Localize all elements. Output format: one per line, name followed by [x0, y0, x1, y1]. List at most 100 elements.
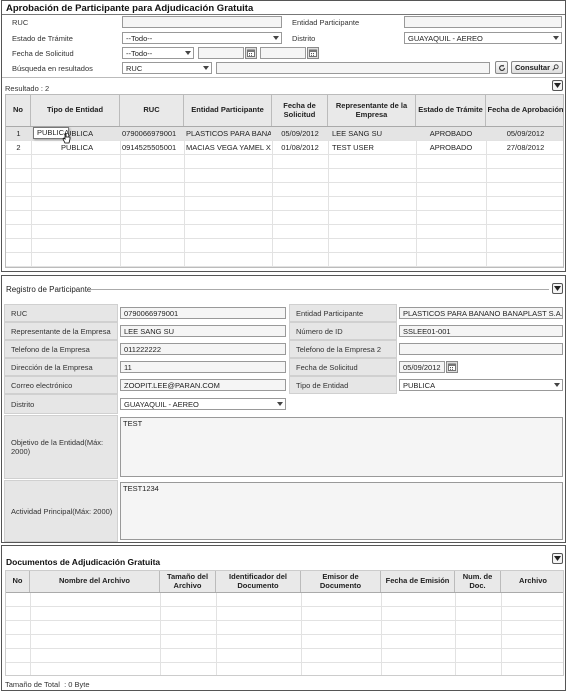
consultar-button[interactable]: Consultar	[511, 61, 563, 74]
distrito-label: Distrito	[292, 34, 316, 43]
hand-cursor-icon	[62, 133, 71, 144]
row-fecha-aprobacion: 05/09/2012	[506, 129, 545, 138]
objetivo-label-text: Objetivo de la Entidad(Máx: 2000)	[11, 438, 104, 456]
correo-field[interactable]: ZOOPIT.LEE@PARAN.COM	[120, 379, 286, 391]
chevron-down-icon	[203, 66, 209, 70]
tipo-select[interactable]: PUBLICA	[399, 379, 563, 391]
fecha-desde-input[interactable]	[198, 47, 244, 59]
entidad-field[interactable]: PLASTICOS PARA BANANO BANAPLAST S.A.	[399, 307, 563, 319]
entidad-label: Entidad Participante	[289, 304, 397, 322]
representante-field[interactable]: LEE SANG SU	[120, 325, 286, 337]
numero-id-label: Número de ID	[289, 322, 397, 340]
search-panel-title: Aprobación de Participante para Adjudica…	[6, 3, 254, 14]
actividad-label: Actividad Principal(Máx: 2000)	[4, 480, 118, 542]
col-ruc[interactable]: RUC	[120, 95, 184, 126]
documentos-panel: Documentos de Adjudicación Gratuita No N…	[1, 545, 566, 691]
col-no[interactable]: No	[6, 571, 30, 592]
tipo-label: Tipo de Entidad	[289, 376, 397, 394]
telefono-label: Telefono de la Empresa	[4, 340, 118, 358]
empty-row	[6, 649, 563, 663]
calendar-icon[interactable]	[307, 47, 319, 59]
empty-row	[6, 239, 563, 253]
empty-row	[6, 197, 563, 211]
busqueda-label: Búsqueda en resultados	[12, 64, 93, 73]
refresh-button[interactable]	[495, 61, 508, 74]
empty-row	[6, 607, 563, 621]
distrito-select[interactable]: GUAYAQUIL - AEREO	[120, 398, 286, 410]
calendar-icon[interactable]	[245, 47, 257, 59]
col-num-doc[interactable]: Num. de Doc.	[455, 571, 501, 592]
title-divider	[2, 14, 565, 15]
chevron-down-icon	[277, 402, 283, 406]
col-archivo[interactable]: Archivo	[501, 571, 565, 592]
row-entidad: MACIAS VEGA YAMEL XI	[186, 143, 271, 152]
telefono-field[interactable]: 011222222	[120, 343, 286, 355]
entidad-label: Entidad Participante	[292, 18, 360, 27]
estado-select[interactable]: --Todo--	[122, 32, 282, 44]
row-no: 1	[16, 129, 21, 138]
table-row[interactable]: 1 PUBLICA 0790066979001 PLASTICOS PARA B…	[6, 127, 563, 141]
registro-panel-title: Registro de Participante	[6, 285, 92, 294]
col-tipo[interactable]: Tipo de Entidad	[31, 95, 120, 126]
ruc-field[interactable]: 0790066979001	[120, 307, 286, 319]
total-size-label: Tamaño de Total	[5, 680, 60, 689]
direccion-label: Dirección de la Empresa	[4, 358, 118, 376]
col-no[interactable]: No	[6, 95, 31, 126]
fecha-label: Fecha de Solicitud	[12, 49, 74, 58]
objetivo-label: Objetivo de la Entidad(Máx: 2000)	[4, 415, 118, 479]
col-tamano[interactable]: Tamaño del Archivo	[160, 571, 216, 592]
empty-row	[6, 593, 563, 607]
distrito-value: GUAYAQUIL - AEREO	[408, 34, 483, 43]
table-row[interactable]: 2 PUBLICA 0914525505001 MACIAS VEGA YAME…	[6, 141, 563, 155]
fecha-tipo-value: --Todo--	[126, 49, 153, 58]
correo-label: Correo electrónico	[4, 376, 118, 394]
collapse-button[interactable]	[552, 283, 563, 294]
distrito-select[interactable]: GUAYAQUIL - AEREO	[404, 32, 562, 44]
empty-row	[6, 155, 563, 169]
chevron-down-icon	[554, 83, 561, 88]
estado-label: Estado de Trámite	[12, 34, 73, 43]
distrito-label: Distrito	[4, 394, 118, 414]
chevron-down-icon	[185, 51, 191, 55]
col-fecha-aprobacion[interactable]: Fecha de Aprobación	[486, 95, 565, 126]
col-identificador[interactable]: Identificador del Documento	[216, 571, 301, 592]
fecha-field[interactable]: 05/09/2012	[399, 361, 445, 373]
estado-value: --Todo--	[126, 34, 153, 43]
distrito-value: GUAYAQUIL - AEREO	[124, 400, 199, 409]
calendar-icon[interactable]	[446, 361, 458, 373]
total-size: Tamaño de Total : 0 Byte	[5, 680, 90, 689]
objetivo-textarea[interactable]: TEST	[120, 417, 563, 477]
empty-row	[6, 183, 563, 197]
numero-id-field[interactable]: SSLEE01-001	[399, 325, 563, 337]
empty-row	[6, 225, 563, 239]
row-no: 2	[16, 143, 21, 152]
row-ruc: 0790066979001	[122, 129, 177, 138]
direccion-field[interactable]: 11	[120, 361, 286, 373]
telefono2-field[interactable]	[399, 343, 563, 355]
collapse-button[interactable]	[552, 80, 563, 91]
actividad-textarea[interactable]: TEST1234	[120, 482, 563, 540]
col-entidad[interactable]: Entidad Participante	[184, 95, 272, 126]
section-divider	[2, 77, 565, 78]
ruc-label: RUC	[4, 304, 118, 322]
search-icon	[552, 64, 559, 71]
row-estado: APROBADO	[429, 129, 473, 138]
col-representante[interactable]: Representante de la Empresa	[328, 95, 416, 126]
collapse-button[interactable]	[552, 553, 563, 564]
col-fecha-solicitud[interactable]: Fecha de Solicitud	[272, 95, 328, 126]
col-fecha-emision[interactable]: Fecha de Emisión	[381, 571, 455, 592]
col-estado[interactable]: Estado de Trámite	[416, 95, 486, 126]
busqueda-texto-input[interactable]	[216, 62, 490, 74]
chevron-down-icon	[554, 383, 560, 387]
tipo-value: PUBLICA	[403, 381, 436, 390]
chevron-down-icon	[553, 36, 559, 40]
chevron-down-icon	[554, 556, 561, 561]
busqueda-campo-select[interactable]: RUC	[122, 62, 212, 74]
ruc-input[interactable]	[122, 16, 282, 28]
entidad-input[interactable]	[404, 16, 562, 28]
fecha-hasta-input[interactable]	[260, 47, 306, 59]
documentos-panel-title: Documentos de Adjudicación Gratuita	[6, 557, 161, 567]
col-nombre-archivo[interactable]: Nombre del Archivo	[30, 571, 160, 592]
col-emisor[interactable]: Emisor de Documento	[301, 571, 381, 592]
fecha-tipo-select[interactable]: --Todo--	[122, 47, 194, 59]
